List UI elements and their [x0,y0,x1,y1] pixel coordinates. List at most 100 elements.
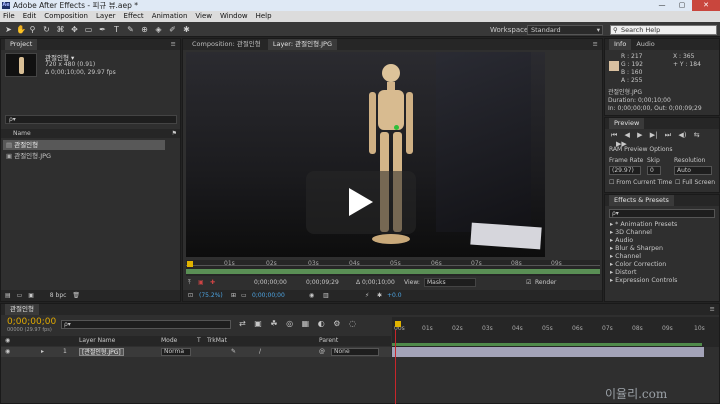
panel-menu-icon[interactable]: ≡ [710,304,715,315]
current-time-indicator[interactable] [395,330,396,404]
last-frame-icon[interactable]: ⏭ [665,131,671,139]
selection-tool-icon[interactable]: ➤ [4,25,13,34]
hand-tool-icon[interactable]: ✋ [16,25,26,34]
tab-composition[interactable]: Composition: 관절인형 [187,39,266,50]
frame-blending-icon[interactable]: ▦ [302,319,310,328]
pan-behind-tool-icon[interactable]: ✥ [70,25,79,34]
brainstorm-icon[interactable]: ⚙ [333,319,340,328]
skip-select[interactable]: 0 [647,166,661,175]
tab-layer[interactable]: Layer: 관절인형.JPG [267,39,337,50]
set-in-icon[interactable]: ⤒ [188,278,191,288]
maximize-icon[interactable]: ▢ [672,0,692,11]
previous-frame-icon[interactable]: ◀ [625,131,630,139]
resolution-select[interactable]: Auto [674,166,712,175]
tab-preview[interactable]: Preview [609,118,645,129]
work-area-bar[interactable] [392,343,702,346]
text-tool-icon[interactable]: T [112,25,121,34]
puppet-tool-icon[interactable]: ✱ [182,25,191,34]
tab-effects-presets[interactable]: Effects & Presets [609,195,674,206]
effects-category[interactable]: ▸ Audio [610,237,633,245]
bpc-label[interactable]: 8 bpc [50,292,67,299]
trash-icon[interactable]: 🗑 [72,292,80,299]
exposure-icon[interactable]: ✱ [377,290,382,301]
layer-time-ruler[interactable]: 01s 02s 03s 04s 05s 06s 07s 08s 09s [186,260,600,276]
live-update-icon[interactable]: ▣ [254,319,262,328]
mute-icon[interactable]: ◀) [678,131,686,139]
from-current-time[interactable]: ☐ From Current Time [609,179,672,186]
pen-tool-icon[interactable]: ✒ [98,25,107,34]
panel-menu-icon[interactable]: ≡ [593,39,598,50]
project-search-input[interactable]: ρ▾ [5,115,177,124]
show-snapshot-icon[interactable]: ✚ [210,278,215,288]
layer-bar[interactable] [392,347,704,357]
tab-audio[interactable]: Audio [631,39,659,50]
parent-select[interactable]: None [331,348,379,356]
menu-help[interactable]: Help [256,11,272,22]
mask-tool-icon[interactable]: ▭ [84,25,93,34]
twirl-icon[interactable]: ▸ [41,347,44,357]
anchor-point-icon[interactable] [394,125,399,130]
effects-category[interactable]: ▸ 3D Channel [610,229,652,237]
camera-tool-icon[interactable]: ⌘ [56,25,65,34]
new-composition-icon[interactable]: ▣ [28,292,34,299]
table-row[interactable]: ◉ ▸ 1 [관절인형.JPG] Norma ✎ / @ None [1,347,391,357]
brush-tool-icon[interactable]: ✎ [126,25,135,34]
layer-in-time[interactable]: 0;00;00;00 [254,278,287,288]
list-item[interactable]: ▤ 관절인형 [3,140,165,150]
mode-select[interactable]: Norma [161,348,191,356]
playhead-icon[interactable] [187,261,193,267]
roto-brush-tool-icon[interactable]: ✐ [168,25,177,34]
safe-zones-icon[interactable]: ▭ [241,290,247,301]
graph-editor-icon[interactable]: ◌ [349,319,356,328]
minimize-icon[interactable]: — [652,0,672,11]
rotate-tool-icon[interactable]: ↻ [42,25,51,34]
loop-icon[interactable]: ⇆ [694,131,700,139]
layer-name[interactable]: [관절인형.JPG] [79,348,124,356]
effects-category[interactable]: ▸ Distort [610,269,636,277]
zoom-tool-icon[interactable]: ⚲ [28,25,37,34]
menu-file[interactable]: File [3,11,15,22]
shy-icon[interactable]: ◎ [286,319,293,328]
motion-blur-icon[interactable]: ◐ [318,319,325,328]
effects-category[interactable]: ▸ Color Correction [610,261,666,269]
tab-timeline[interactable]: 관절인형 [5,304,39,315]
render-checkbox-icon[interactable]: ☑ [526,278,531,288]
interpret-footage-icon[interactable]: ▤ [5,292,11,299]
timeline-timecode[interactable]: 0;00;00;00 [7,317,56,327]
play-overlay-button[interactable] [306,171,416,234]
effects-search-input[interactable]: ρ▾ [609,209,715,218]
eye-icon[interactable]: ◉ [5,347,10,357]
tab-info[interactable]: Info [609,39,632,50]
zoom-select[interactable]: (75.2%) [199,290,223,301]
snapshot-footer-icon[interactable]: ◉ [309,290,314,301]
close-icon[interactable]: ✕ [692,0,720,11]
timeline-search-input[interactable]: ρ▾ [61,320,231,329]
menu-edit[interactable]: Edit [23,11,37,22]
effects-category[interactable]: ▸ Channel [610,253,641,261]
play-pause-icon[interactable]: ▶ [637,131,642,139]
list-item[interactable]: ▣ 관절인형.JPG [3,151,165,161]
view-select[interactable]: Masks [424,278,476,287]
current-time[interactable]: 0;00;00;00 [252,290,285,301]
effects-category[interactable]: ▸ Expression Controls [610,277,677,285]
next-frame-icon[interactable]: ▶| [650,131,658,139]
pickwhip-icon[interactable]: ✎ [231,347,236,357]
grid-icon[interactable]: ⊞ [231,290,236,301]
menu-animation[interactable]: Animation [152,11,188,22]
eraser-tool-icon[interactable]: ◈ [154,25,163,34]
timeline-ruler[interactable]: 00s 01s 02s 03s 04s 05s 06s 07s 08s 09s … [392,317,719,347]
effects-category[interactable]: ▸ * Animation Presets [610,221,677,229]
layer-out-time[interactable]: 0;00;09;29 [306,278,339,288]
menu-view[interactable]: View [195,11,212,22]
search-help-input[interactable]: ⚲ Search Help [610,25,717,35]
menu-window[interactable]: Window [220,11,248,22]
panel-menu-icon[interactable]: ≡ [171,39,176,50]
fx-switch-icon[interactable]: / [259,347,261,357]
ram-preview-options[interactable]: RAM Preview Options [609,146,673,153]
channel-icon[interactable]: ▥ [323,290,329,301]
layer-name-col[interactable]: Layer Name [79,336,115,346]
new-folder-icon[interactable]: ▭ [17,292,23,299]
parent-pickwhip-icon[interactable]: @ [319,347,325,357]
effects-category[interactable]: ▸ Blur & Sharpen [610,245,663,253]
tab-project[interactable]: Project [5,39,38,50]
